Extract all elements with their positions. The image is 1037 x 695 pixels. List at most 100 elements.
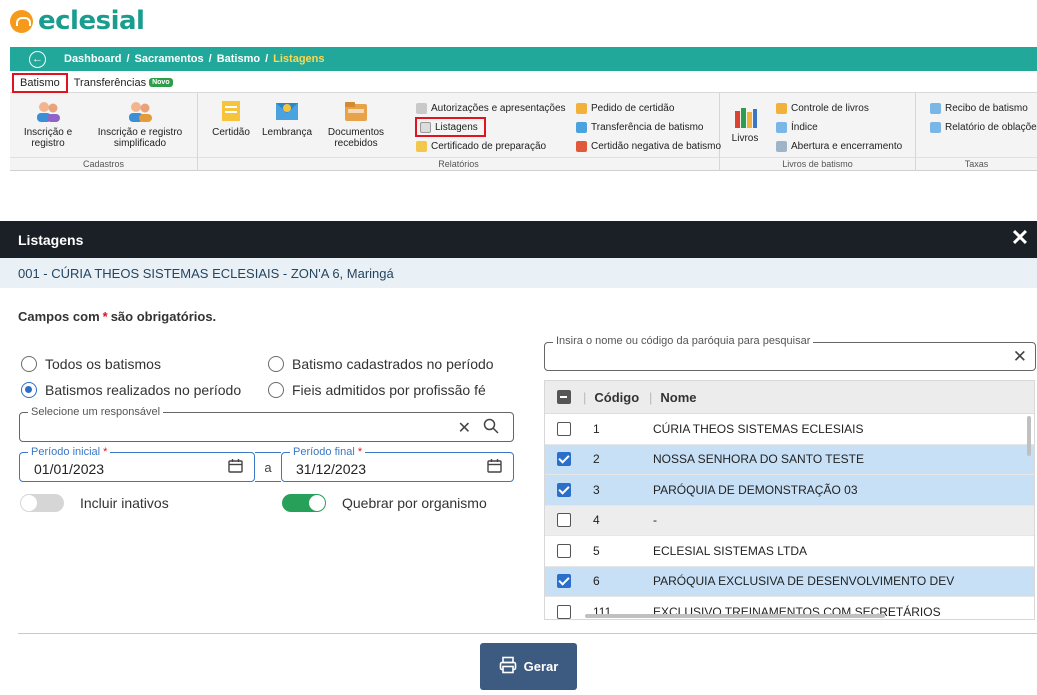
- row-checkbox[interactable]: [557, 513, 571, 528]
- radio-dot[interactable]: [268, 356, 284, 372]
- responsavel-label: Selecione um responsável: [28, 405, 164, 419]
- select-all-checkbox[interactable]: [557, 390, 571, 404]
- simplificado-label: Inscrição e registro simplificado: [97, 127, 183, 149]
- certidao-button[interactable]: Certidão: [210, 99, 252, 138]
- row-code: 4: [593, 513, 600, 528]
- row-name: PARÓQUIA DE DEMONSTRAÇÃO 03: [653, 482, 858, 497]
- table-row[interactable]: 2 NOSSA SENHORA DO SANTO TESTE: [545, 444, 1034, 475]
- calendar-icon[interactable]: [487, 458, 502, 478]
- radio-label: Todos os batismos: [45, 356, 161, 372]
- breadcrumb-separator: /: [208, 53, 212, 65]
- row-checkbox[interactable]: [557, 543, 571, 558]
- search-icon[interactable]: [483, 418, 499, 439]
- certificado-button[interactable]: Certificado de preparação: [416, 138, 546, 154]
- column-header-code[interactable]: Código: [594, 390, 639, 405]
- tab-batismo[interactable]: Batismo: [12, 72, 68, 93]
- ribbon-tabs: Batismo Transferências Novo: [10, 72, 1037, 93]
- pedido-label: Pedido de certidão: [591, 102, 675, 114]
- row-checkbox[interactable]: [557, 482, 571, 497]
- toggle-switch[interactable]: [20, 494, 64, 512]
- row-code: 6: [593, 574, 600, 589]
- toggle-label: Incluir inativos: [80, 495, 169, 511]
- radio-dot[interactable]: [268, 382, 284, 398]
- relatorio-oblacoes-button[interactable]: Relatório de oblações: [930, 119, 1037, 135]
- index-icon: [776, 121, 787, 133]
- listagens-button[interactable]: Listagens: [415, 117, 486, 137]
- toggle-incluir-inativos[interactable]: Incluir inativos: [20, 494, 169, 512]
- close-icon[interactable]: ✕: [1009, 227, 1031, 250]
- gerar-label: Gerar: [523, 659, 559, 674]
- table-row[interactable]: 5 ECLESIAL SISTEMAS LTDA: [545, 536, 1034, 567]
- transferencia-label: Transferência de batismo: [591, 121, 704, 133]
- row-checkbox[interactable]: [557, 574, 571, 589]
- required-note: Campos com * são obrigatórios.: [18, 309, 216, 324]
- indice-button[interactable]: Índice: [776, 119, 818, 135]
- pedido-button[interactable]: Pedido de certidão: [576, 100, 674, 116]
- toggle-quebrar[interactable]: Quebrar por organismo: [282, 494, 487, 512]
- lembranca-button[interactable]: Lembrança: [260, 99, 314, 138]
- radio-realizados[interactable]: Batismos realizados no período: [21, 382, 241, 398]
- periodo-final-field[interactable]: Período final * 31/12/2023: [281, 445, 514, 482]
- pencil-icon: [416, 102, 427, 114]
- radio-dot[interactable]: [21, 356, 37, 372]
- breadcrumb-item-sacramentos[interactable]: Sacramentos: [135, 53, 204, 65]
- responsavel-field[interactable]: Selecione um responsável ✕: [19, 405, 514, 442]
- group-livros: Livros Controle de livros Índice Abertur…: [720, 93, 916, 171]
- row-code: 1: [593, 421, 600, 436]
- table-row[interactable]: 1 CÚRIA THEOS SISTEMAS ECLESIAIS: [545, 414, 1034, 445]
- clear-icon[interactable]: ✕: [1013, 347, 1027, 367]
- table-row[interactable]: 3 PARÓQUIA DE DEMONSTRAÇÃO 03: [545, 475, 1034, 506]
- breadcrumb-item-dashboard[interactable]: Dashboard: [64, 53, 121, 65]
- indice-label: Índice: [791, 121, 818, 133]
- people-icon: [35, 99, 61, 123]
- abertura-button[interactable]: Abertura e encerramento: [776, 138, 902, 154]
- row-name: -: [653, 513, 657, 528]
- periodo-inicial-field[interactable]: Período inicial * 01/01/2023: [19, 445, 255, 482]
- recibo-button[interactable]: Recibo de batismo: [930, 100, 1028, 116]
- report-icon: [930, 121, 941, 133]
- controle-livros-button[interactable]: Controle de livros: [776, 100, 869, 116]
- dialog-header: Listagens ✕: [0, 221, 1037, 258]
- radio-cadastrados[interactable]: Batismo cadastrados no período: [268, 356, 494, 372]
- periodo-inicial-label-text: Período inicial: [31, 446, 101, 458]
- table-row[interactable]: 4-: [545, 505, 1034, 536]
- breadcrumb-item-batismo[interactable]: Batismo: [217, 53, 260, 65]
- table-row[interactable]: 6 PARÓQUIA EXCLUSIVA DE DESENVOLVIMENTO D…: [545, 566, 1034, 597]
- radio-todos[interactable]: Todos os batismos: [21, 356, 161, 372]
- horizontal-scrollbar[interactable]: [585, 614, 885, 618]
- opening-icon: [776, 140, 787, 152]
- inscricao-button[interactable]: Inscrição e registro: [20, 99, 76, 149]
- row-code: 5: [593, 543, 600, 558]
- tab-transferencias[interactable]: Transferências Novo: [68, 73, 179, 93]
- footer-divider: [18, 633, 1037, 634]
- negative-icon: [576, 140, 587, 152]
- radio-fieis[interactable]: Fieis admitidos por profissão fé: [268, 382, 486, 398]
- autorizacoes-button[interactable]: Autorizações e apresentações: [416, 100, 566, 116]
- people-icon: [127, 99, 153, 123]
- relatorio-label: Relatório de oblações: [945, 121, 1037, 133]
- negativa-button[interactable]: Certidão negativa de batismo: [576, 138, 721, 154]
- livros-button[interactable]: Livros: [728, 105, 762, 144]
- toggle-switch-on[interactable]: [282, 494, 326, 512]
- group-cadastros: Inscrição e registro Inscrição e registr…: [10, 93, 198, 171]
- parish-search-input[interactable]: Insira o nome ou código da paróquia para…: [544, 335, 1036, 371]
- row-checkbox[interactable]: [557, 604, 571, 619]
- clear-icon[interactable]: ✕: [458, 418, 471, 438]
- back-arrow-icon[interactable]: ←: [29, 50, 46, 68]
- radio-label: Batismo cadastrados no período: [292, 356, 494, 372]
- row-name: ECLESIAL SISTEMAS LTDA: [653, 543, 808, 558]
- calendar-icon[interactable]: [228, 458, 243, 478]
- vertical-scrollbar[interactable]: [1027, 416, 1031, 456]
- autorizacoes-label: Autorizações e apresentações: [431, 102, 566, 114]
- breadcrumb-item-listagens: Listagens: [273, 53, 325, 65]
- group-label: Taxas: [916, 157, 1037, 171]
- gerar-button[interactable]: Gerar: [480, 643, 577, 690]
- group-taxas: Recibo de batismo Relatório de oblações …: [916, 93, 1037, 171]
- row-checkbox[interactable]: [557, 421, 571, 436]
- radio-dot-selected[interactable]: [21, 382, 37, 398]
- row-checkbox[interactable]: [557, 452, 571, 467]
- column-header-name[interactable]: Nome: [660, 390, 696, 405]
- inscricao-simplificado-button[interactable]: Inscrição e registro simplificado: [90, 99, 190, 149]
- documentos-button[interactable]: Documentos recebidos: [326, 99, 386, 149]
- transferencia-button[interactable]: Transferência de batismo: [576, 119, 703, 135]
